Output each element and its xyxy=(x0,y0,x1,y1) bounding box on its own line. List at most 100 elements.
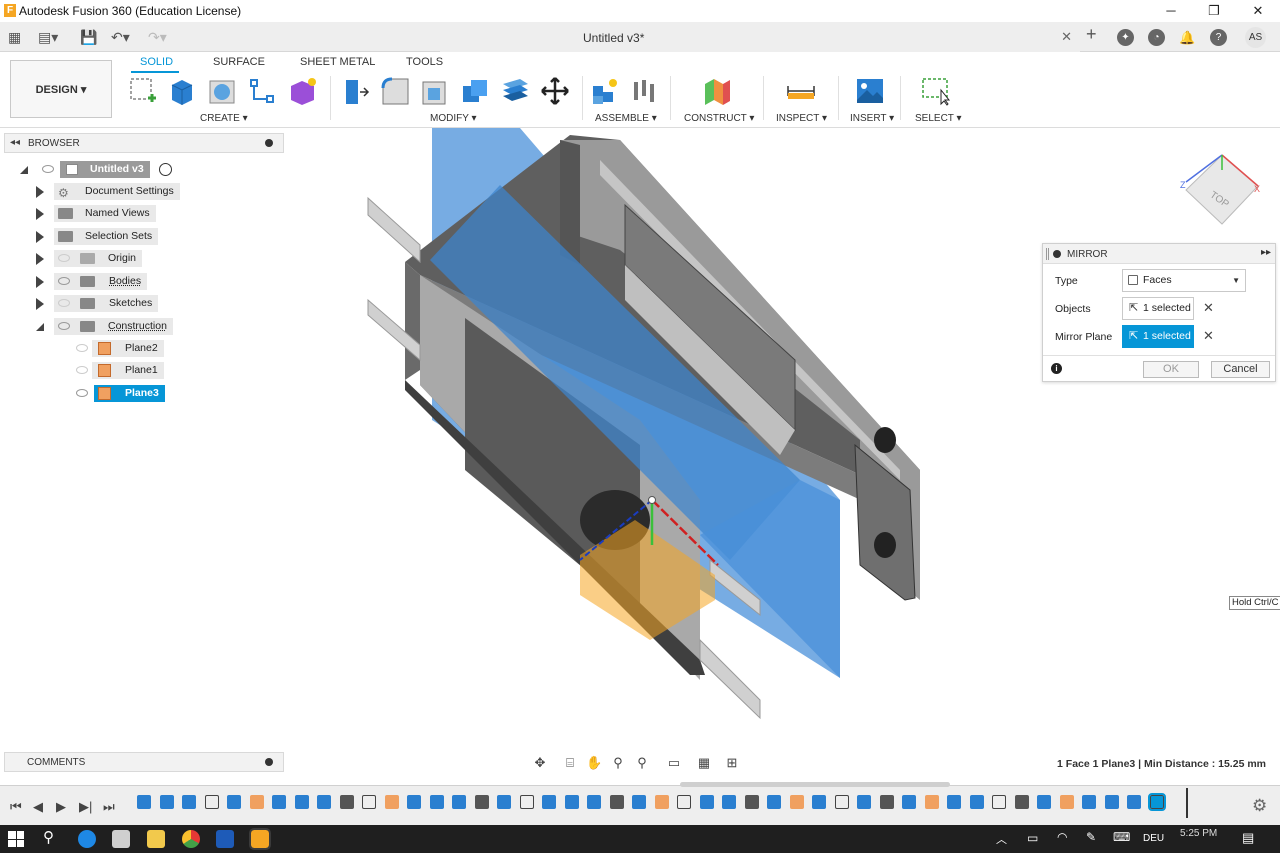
tray-chevron-up-icon[interactable]: ︿ xyxy=(996,831,1007,847)
chrome-icon[interactable] xyxy=(182,830,200,848)
expand-dialog-icon[interactable]: ▸▸ xyxy=(1261,247,1271,258)
timeline-feature-icon[interactable] xyxy=(790,795,804,809)
timeline-feature-icon[interactable] xyxy=(812,795,826,809)
shell-icon[interactable] xyxy=(420,76,450,106)
timeline-feature-icon[interactable] xyxy=(1150,795,1164,809)
tab-sheet-metal[interactable]: SHEET METAL xyxy=(300,56,375,68)
view-cube[interactable]: TOP Z X xyxy=(1180,155,1260,224)
timeline-feature-icon[interactable] xyxy=(902,795,916,809)
timeline-feature-icon[interactable] xyxy=(632,795,646,809)
timeline-feature-icon[interactable] xyxy=(992,795,1006,809)
word-icon[interactable] xyxy=(216,830,234,848)
browser-item-plane2[interactable]: Plane2 xyxy=(72,340,172,357)
timeline-feature-icon[interactable] xyxy=(835,795,849,809)
timeline-marker[interactable] xyxy=(1186,788,1188,818)
clear-objects-icon[interactable]: ✕ xyxy=(1203,300,1214,316)
timeline-feature-icon[interactable] xyxy=(745,795,759,809)
window-select-icon[interactable] xyxy=(921,76,951,106)
ok-button[interactable]: OK xyxy=(1143,361,1199,378)
taskbar-clock[interactable]: 5:25 PM xyxy=(1180,828,1217,839)
visibility-eye-icon[interactable] xyxy=(42,165,54,173)
timeline-feature-icon[interactable] xyxy=(542,795,556,809)
restore-button[interactable]: ❐ xyxy=(1199,2,1229,20)
extrude-icon[interactable] xyxy=(167,76,197,106)
canvas-viewport[interactable]: TOP Z X xyxy=(0,128,1280,775)
pan-icon[interactable]: ✋ xyxy=(586,755,602,771)
look-at-icon[interactable]: ⌸ xyxy=(562,755,578,771)
timeline-feature-icon[interactable] xyxy=(227,795,241,809)
triad-origin[interactable] xyxy=(649,497,656,504)
offset-face-icon[interactable] xyxy=(500,76,530,106)
new-component-icon[interactable] xyxy=(590,76,620,106)
cancel-button[interactable]: Cancel xyxy=(1211,361,1270,378)
orbit-icon[interactable]: ✥ xyxy=(532,755,548,771)
timeline-feature-icon[interactable] xyxy=(182,795,196,809)
comments-panel-header[interactable]: COMMENTS xyxy=(4,752,284,772)
timeline-feature-icon[interactable] xyxy=(565,795,579,809)
timeline-feature-icon[interactable] xyxy=(677,795,691,809)
timeline-feature-icon[interactable] xyxy=(205,795,219,809)
timeline-feature-icon[interactable] xyxy=(880,795,894,809)
timeline-feature-icon[interactable] xyxy=(317,795,331,809)
select-group-label[interactable]: SELECT ▾ xyxy=(915,113,962,124)
timeline-last-icon[interactable]: ⏭ xyxy=(103,799,115,815)
browser-item-selection-sets[interactable]: Selection Sets xyxy=(36,228,216,245)
browser-options-icon[interactable] xyxy=(265,139,273,147)
timeline-feature-icon[interactable] xyxy=(1105,795,1119,809)
visibility-eye-icon[interactable] xyxy=(58,322,70,330)
browser-item-bodies[interactable]: Bodies xyxy=(36,273,216,290)
mirror-plane-selection-field[interactable]: 1 selected ⇱ xyxy=(1122,325,1194,348)
measure-icon[interactable] xyxy=(786,76,816,106)
timeline-first-icon[interactable]: ⏮ xyxy=(10,799,22,815)
expand-triangle-icon[interactable] xyxy=(20,166,28,174)
insert-group-label[interactable]: INSERT ▾ xyxy=(850,113,894,124)
timeline-feature-icon[interactable] xyxy=(137,795,151,809)
browser-item-sketches[interactable]: Sketches xyxy=(36,295,216,312)
assemble-group-label[interactable]: ASSEMBLE ▾ xyxy=(595,113,657,124)
expand-triangle-icon[interactable] xyxy=(36,186,44,198)
extensions-icon[interactable]: ✦ xyxy=(1117,29,1134,46)
activate-radio-icon[interactable] xyxy=(159,163,172,176)
minimize-button[interactable]: ─ xyxy=(1156,2,1186,20)
create-group-label[interactable]: CREATE ▾ xyxy=(200,113,248,124)
job-status-icon[interactable]: ◔ xyxy=(1148,29,1165,46)
comments-options-icon[interactable] xyxy=(265,758,273,766)
close-window-button[interactable]: ✕ xyxy=(1243,2,1273,20)
workspace-switcher-button[interactable]: DESIGN ▾ xyxy=(10,60,112,118)
timeline-feature-icon[interactable] xyxy=(1127,795,1141,809)
timeline-feature-icon[interactable] xyxy=(970,795,984,809)
timeline-feature-icon[interactable] xyxy=(587,795,601,809)
visibility-eye-icon[interactable] xyxy=(76,344,88,352)
new-tab-icon[interactable]: + xyxy=(1086,25,1097,43)
timeline-feature-icon[interactable] xyxy=(1037,795,1051,809)
grid-icon[interactable]: ▦ xyxy=(696,755,712,771)
fit-icon[interactable]: ⚲ xyxy=(634,755,650,771)
search-icon[interactable]: ⚲ xyxy=(43,828,54,846)
timeline-feature-icon[interactable] xyxy=(452,795,466,809)
timeline-feature-icon[interactable] xyxy=(857,795,871,809)
combine-icon[interactable] xyxy=(460,76,490,106)
insert-image-icon[interactable] xyxy=(855,76,885,106)
timeline-feature-icon[interactable] xyxy=(407,795,421,809)
expand-triangle-icon[interactable] xyxy=(36,323,44,331)
timeline-feature-icon[interactable] xyxy=(340,795,354,809)
browser-item-named-views[interactable]: Named Views xyxy=(36,205,216,222)
timeline-feature-icon[interactable] xyxy=(610,795,624,809)
timeline-feature-icon[interactable] xyxy=(1082,795,1096,809)
expand-triangle-icon[interactable] xyxy=(36,253,44,265)
expand-triangle-icon[interactable] xyxy=(36,208,44,220)
tab-solid[interactable]: SOLID xyxy=(140,56,173,68)
timeline-feature-icon[interactable] xyxy=(497,795,511,809)
construct-group-label[interactable]: CONSTRUCT ▾ xyxy=(684,113,754,124)
store-icon[interactable] xyxy=(112,830,130,848)
timeline-feature-icon[interactable] xyxy=(722,795,736,809)
timeline-feature-icon[interactable] xyxy=(385,795,399,809)
browser-item-plane1[interactable]: Plane1 xyxy=(72,362,172,379)
notification-center-icon[interactable]: ▤ xyxy=(1242,830,1254,846)
edge-browser-icon[interactable] xyxy=(78,830,96,848)
timeline-feature-icon[interactable] xyxy=(767,795,781,809)
display-settings-icon[interactable]: ▭ xyxy=(666,755,682,771)
file-explorer-icon[interactable] xyxy=(147,830,165,848)
timeline-settings-gear-icon[interactable]: ⚙ xyxy=(1252,796,1267,816)
expand-triangle-icon[interactable] xyxy=(36,231,44,243)
